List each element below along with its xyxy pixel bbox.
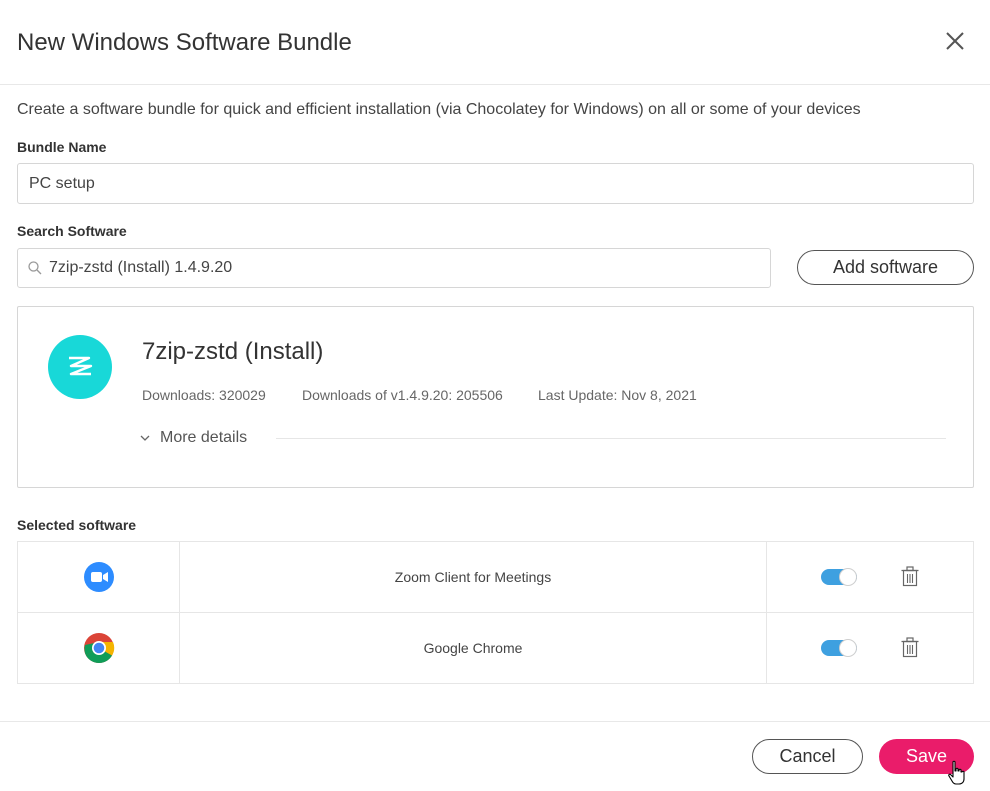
more-details-label: More details [160,429,248,446]
dialog-description: Create a software bundle for quick and e… [17,101,861,118]
package-card: 7zip-zstd (Install) Downloads: 320029 Do… [17,306,974,488]
add-software-button[interactable]: Add software [797,250,974,285]
bundle-name-input[interactable]: PC setup [17,163,974,204]
close-icon[interactable] [942,28,968,54]
software-name: Google Chrome [180,613,767,683]
more-details-toggle[interactable]: More details [140,429,247,447]
bundle-name-label: Bundle Name [17,139,107,155]
table-row: Zoom Client for Meetings [17,542,974,613]
dialog-header: New Windows Software Bundle [0,0,990,85]
dialog-title: New Windows Software Bundle [17,29,352,56]
trash-icon[interactable] [901,637,919,658]
chrome-icon [83,633,114,664]
divider [276,438,946,439]
table-row: Google Chrome [17,613,974,684]
hand-cursor-icon [948,760,965,785]
package-version-downloads: Downloads of v1.4.9.20: 205506 [302,387,503,403]
package-downloads: Downloads: 320029 [142,387,266,403]
selected-software-table: Zoom Client for Meetings Google Chrome [17,541,974,684]
trash-icon[interactable] [901,566,919,587]
selected-software-label: Selected software [17,517,137,533]
zoom-icon [83,562,114,592]
enable-toggle[interactable] [821,568,857,586]
package-last-update: Last Update: Nov 8, 2021 [538,387,697,403]
software-name: Zoom Client for Meetings [180,542,767,612]
package-logo-icon [48,335,112,399]
bundle-name-value: PC setup [29,174,95,192]
enable-toggle[interactable] [821,639,857,657]
footer-divider [0,721,990,722]
search-software-input[interactable]: 7zip-zstd (Install) 1.4.9.20 [17,248,771,288]
search-icon [28,261,42,275]
search-software-label: Search Software [17,223,127,239]
chevron-down-icon [140,435,150,441]
search-software-value: 7zip-zstd (Install) 1.4.9.20 [49,259,233,276]
package-name: 7zip-zstd (Install) [142,338,324,365]
cancel-button[interactable]: Cancel [752,739,863,774]
